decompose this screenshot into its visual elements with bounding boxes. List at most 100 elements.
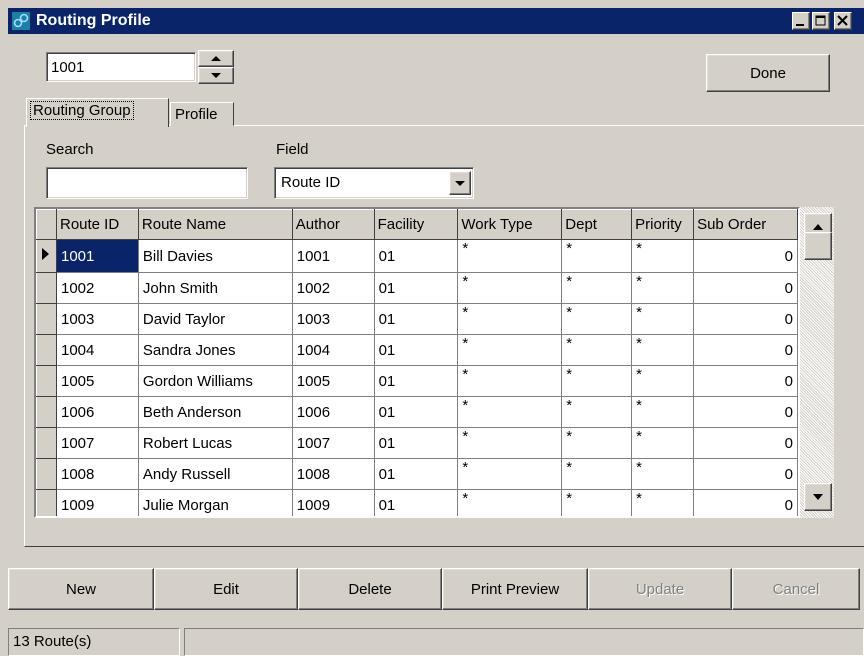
tab-routing-group[interactable]: Routing Group: [26, 98, 169, 127]
col-header-author[interactable]: Author: [291, 209, 375, 240]
cell-dept[interactable]: *: [561, 334, 633, 366]
cell-dept[interactable]: *: [561, 427, 633, 459]
col-header-route-id[interactable]: Route ID: [55, 209, 139, 240]
cell-priority[interactable]: *: [631, 334, 695, 366]
cell-sub-order[interactable]: 0: [693, 239, 798, 273]
delete-button[interactable]: Delete: [298, 568, 442, 610]
cell-dept[interactable]: *: [561, 239, 633, 273]
spinner-down-button[interactable]: [198, 67, 234, 84]
cell-route-id[interactable]: 1006: [56, 396, 139, 428]
cell-dept[interactable]: *: [561, 458, 633, 490]
cell-author[interactable]: 1006: [292, 396, 375, 428]
cell-route-name[interactable]: Sandra Jones: [138, 334, 293, 366]
cell-route-id[interactable]: 1005: [56, 365, 139, 397]
table-row[interactable]: 1001 Bill Davies 1001 01 * * * 0: [36, 239, 798, 273]
routes-grid[interactable]: Route ID Route Name Author Facility Work…: [34, 207, 800, 518]
row-indicator[interactable]: [36, 458, 57, 490]
print-preview-button[interactable]: Print Preview: [442, 568, 588, 610]
cell-route-name[interactable]: John Smith: [138, 272, 293, 304]
cell-route-name[interactable]: Robert Lucas: [138, 427, 293, 459]
cell-facility[interactable]: 01: [374, 303, 459, 335]
cell-work-type[interactable]: *: [457, 458, 563, 490]
tab-profile[interactable]: Profile: [170, 102, 234, 126]
cell-dept[interactable]: *: [561, 365, 633, 397]
route-id-spinner-input[interactable]: [46, 52, 196, 82]
cell-sub-order[interactable]: 0: [693, 489, 798, 516]
cell-author[interactable]: 1005: [292, 365, 375, 397]
cell-route-name[interactable]: Beth Anderson: [138, 396, 293, 428]
spinner-up-button[interactable]: [198, 50, 234, 67]
table-row[interactable]: 1004 Sandra Jones 1004 01 * * * 0: [36, 334, 798, 366]
cell-facility[interactable]: 01: [374, 272, 459, 304]
cell-dept[interactable]: *: [561, 489, 633, 516]
close-button[interactable]: [834, 12, 852, 30]
cell-dept[interactable]: *: [561, 303, 633, 335]
cell-work-type[interactable]: *: [457, 396, 563, 428]
cell-facility[interactable]: 01: [374, 365, 459, 397]
cell-facility[interactable]: 01: [374, 427, 459, 459]
cell-author[interactable]: 1001: [292, 239, 375, 273]
cell-sub-order[interactable]: 0: [693, 334, 798, 366]
cell-work-type[interactable]: *: [457, 427, 563, 459]
cell-facility[interactable]: 01: [374, 239, 459, 273]
cell-route-name[interactable]: Bill Davies: [138, 239, 293, 273]
search-input[interactable]: [46, 167, 248, 199]
cell-priority[interactable]: *: [631, 303, 695, 335]
cell-priority[interactable]: *: [631, 396, 695, 428]
maximize-button[interactable]: [812, 12, 830, 30]
minimize-button[interactable]: [792, 12, 810, 30]
cell-priority[interactable]: *: [631, 239, 695, 273]
cell-dept[interactable]: *: [561, 396, 633, 428]
col-header-route-name[interactable]: Route Name: [137, 209, 293, 240]
cell-sub-order[interactable]: 0: [693, 272, 798, 304]
row-indicator[interactable]: [36, 365, 57, 397]
table-row[interactable]: 1008 Andy Russell 1008 01 * * * 0: [36, 458, 798, 490]
scroll-thumb[interactable]: [804, 232, 832, 260]
col-header-dept[interactable]: Dept: [561, 209, 633, 240]
cell-sub-order[interactable]: 0: [693, 365, 798, 397]
table-row[interactable]: 1007 Robert Lucas 1007 01 * * * 0: [36, 427, 798, 459]
cell-dept[interactable]: *: [561, 272, 633, 304]
col-header-facility[interactable]: Facility: [373, 209, 459, 240]
field-select[interactable]: Route ID: [274, 167, 474, 199]
scroll-down-button[interactable]: [804, 483, 832, 511]
table-row[interactable]: 1002 John Smith 1002 01 * * * 0: [36, 272, 798, 304]
row-indicator[interactable]: [36, 303, 57, 335]
cell-work-type[interactable]: *: [457, 272, 563, 304]
cell-author[interactable]: 1003: [292, 303, 375, 335]
cell-facility[interactable]: 01: [374, 334, 459, 366]
cell-route-id[interactable]: 1004: [56, 334, 139, 366]
cell-priority[interactable]: *: [631, 365, 695, 397]
cell-route-name[interactable]: Julie Morgan: [138, 489, 293, 516]
cell-route-name[interactable]: David Taylor: [138, 303, 293, 335]
col-header-work-type[interactable]: Work Type: [457, 209, 563, 240]
field-dropdown-button[interactable]: [449, 171, 471, 195]
cell-author[interactable]: 1004: [292, 334, 375, 366]
cell-author[interactable]: 1007: [292, 427, 375, 459]
cell-route-id[interactable]: 1002: [56, 272, 139, 304]
table-row[interactable]: 1009 Julie Morgan 1009 01 * * * 0: [36, 489, 798, 516]
table-row[interactable]: 1006 Beth Anderson 1006 01 * * * 0: [36, 396, 798, 428]
update-button[interactable]: Update: [588, 568, 732, 610]
cell-sub-order[interactable]: 0: [693, 427, 798, 459]
cell-route-name[interactable]: Andy Russell: [138, 458, 293, 490]
cell-author[interactable]: 1008: [292, 458, 375, 490]
cell-route-id[interactable]: 1007: [56, 427, 139, 459]
cell-priority[interactable]: *: [631, 427, 695, 459]
cell-work-type[interactable]: *: [457, 365, 563, 397]
cell-route-id[interactable]: 1008: [56, 458, 139, 490]
cancel-button[interactable]: Cancel: [732, 568, 860, 610]
table-row[interactable]: 1005 Gordon Williams 1005 01 * * * 0: [36, 365, 798, 397]
cell-facility[interactable]: 01: [374, 396, 459, 428]
row-indicator[interactable]: [36, 427, 57, 459]
cell-work-type[interactable]: *: [457, 334, 563, 366]
cell-facility[interactable]: 01: [374, 489, 459, 516]
done-button[interactable]: Done: [706, 54, 830, 92]
cell-work-type[interactable]: *: [457, 239, 563, 273]
cell-route-id[interactable]: 1001: [56, 239, 139, 273]
title-bar[interactable]: Routing Profile: [8, 8, 864, 34]
cell-priority[interactable]: *: [631, 272, 695, 304]
cell-facility[interactable]: 01: [374, 458, 459, 490]
row-indicator[interactable]: [36, 489, 57, 516]
row-indicator[interactable]: [36, 272, 57, 304]
